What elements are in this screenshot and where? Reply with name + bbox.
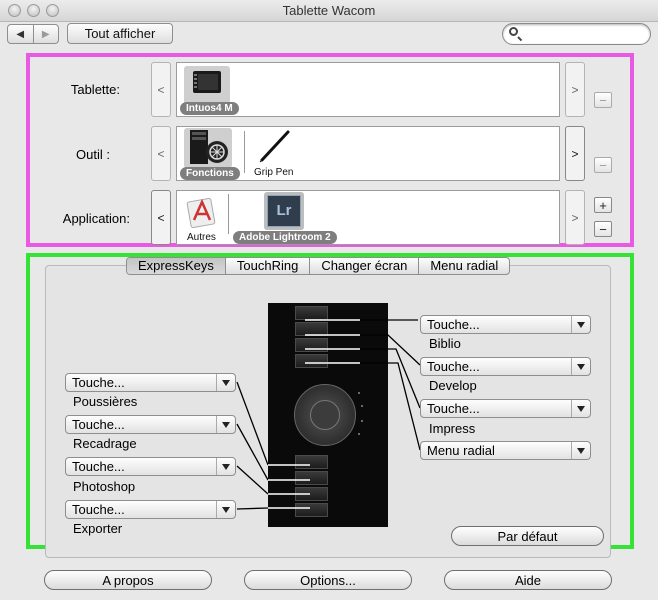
dropdown-value: Touche... — [72, 502, 125, 517]
options-button[interactable]: Options... — [244, 570, 412, 590]
expresskey-dropdown-6[interactable]: Touche... — [65, 415, 236, 434]
chevron-down-icon — [222, 507, 230, 513]
about-button[interactable]: A propos — [44, 570, 212, 590]
expresskey-dropdown-5[interactable]: Touche... — [65, 373, 236, 392]
expresskey-dropdown-1[interactable]: Touche... — [420, 315, 591, 334]
expresskey-dropdown-2[interactable]: Touche... — [420, 357, 591, 376]
chevron-down-icon — [222, 464, 230, 470]
expresskey-label-photoshop: Photoshop — [73, 479, 136, 494]
expresskey-dropdown-4[interactable]: Menu radial — [420, 441, 591, 460]
expresskey-label-exporter: Exporter — [73, 521, 123, 536]
expresskey-label-poussieres: Poussières — [73, 394, 138, 409]
dropdown-value: Touche... — [72, 417, 125, 432]
expresskey-label-impress: Impress — [429, 421, 476, 436]
expresskey-label-recadrage: Recadrage — [73, 436, 137, 451]
expresskey-label-biblio: Biblio — [429, 336, 461, 351]
chevron-down-icon — [222, 380, 230, 386]
chevron-down-icon — [577, 448, 585, 454]
default-button[interactable]: Par défaut — [451, 526, 604, 546]
dropdown-value: Touche... — [427, 401, 480, 416]
expresskey-dropdown-3[interactable]: Touche... — [420, 399, 591, 418]
chevron-down-icon — [222, 422, 230, 428]
expresskey-dropdown-7[interactable]: Touche... — [65, 457, 236, 476]
chevron-down-icon — [577, 406, 585, 412]
dropdown-value: Touche... — [427, 317, 480, 332]
chevron-down-icon — [577, 364, 585, 370]
chevron-down-icon — [577, 322, 585, 328]
dropdown-value: Touche... — [72, 375, 125, 390]
dropdown-value: Touche... — [72, 459, 125, 474]
help-button[interactable]: Aide — [444, 570, 612, 590]
expresskey-dropdown-8[interactable]: Touche... — [65, 500, 236, 519]
dropdown-value: Touche... — [427, 359, 480, 374]
expresskey-label-develop: Develop — [429, 378, 477, 393]
dropdown-value: Menu radial — [427, 443, 495, 458]
